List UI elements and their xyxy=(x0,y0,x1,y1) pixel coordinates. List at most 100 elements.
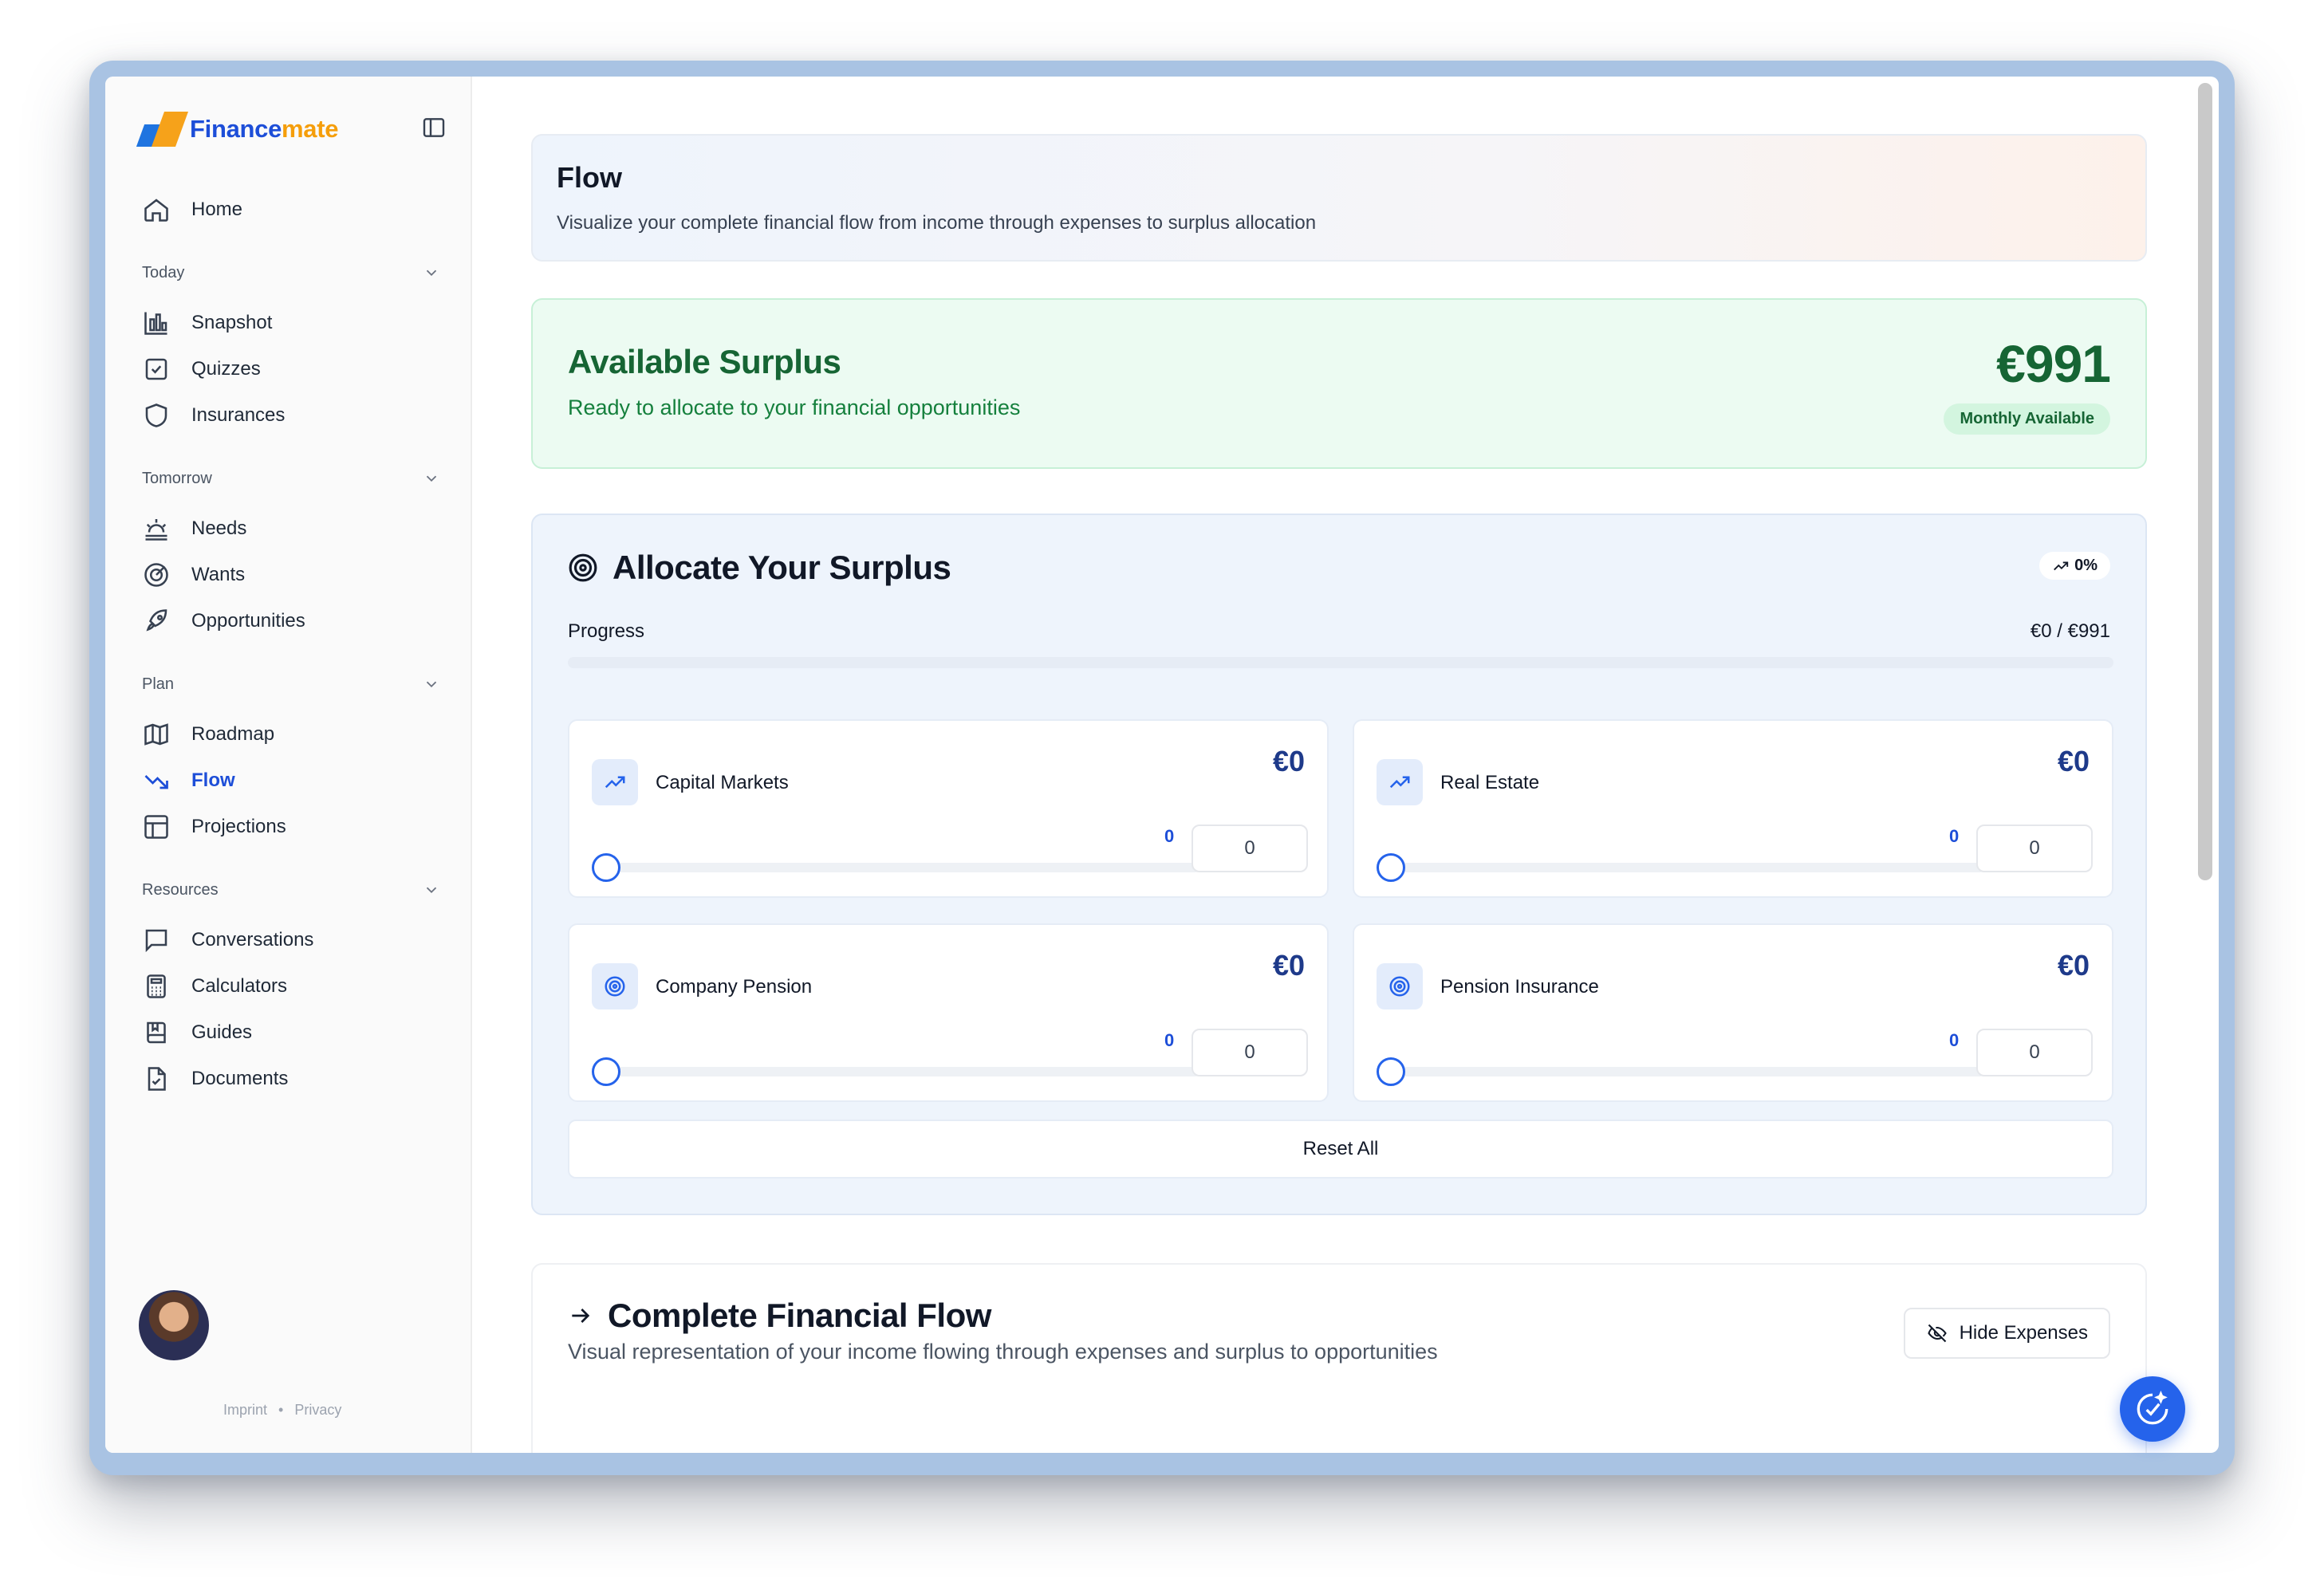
nav-group-today[interactable]: Today xyxy=(128,257,455,289)
privacy-link[interactable]: Privacy xyxy=(294,1402,341,1419)
bar-chart-icon xyxy=(144,312,167,335)
message-icon xyxy=(145,929,167,953)
opportunity-card-capital-markets: Capital Markets €0 0 0 xyxy=(568,719,1329,898)
progress-bar xyxy=(568,657,2113,668)
chevron-down-icon xyxy=(426,681,437,688)
allocation-slider[interactable] xyxy=(592,1067,1199,1076)
slider-value: 0 xyxy=(1164,826,1175,846)
footer-separator: • xyxy=(278,1402,284,1418)
table-icon xyxy=(144,815,168,839)
slider-thumb[interactable] xyxy=(592,853,620,882)
reset-all-button[interactable]: Reset All xyxy=(568,1120,2113,1179)
chevron-down-icon xyxy=(426,475,437,482)
opportunity-name: Company Pension xyxy=(656,976,813,998)
book-icon xyxy=(147,1021,166,1044)
sidebar-item-snapshot[interactable]: Snapshot xyxy=(128,300,455,346)
arrow-right-icon xyxy=(572,1309,590,1323)
opportunity-amount: €0 xyxy=(2057,949,2090,982)
progress-label: Progress xyxy=(568,620,645,642)
sidebar-item-guides[interactable]: Guides xyxy=(128,1009,455,1056)
eye-off-icon xyxy=(1927,1324,1947,1343)
slider-thumb[interactable] xyxy=(1377,853,1405,882)
chevron-down-icon xyxy=(426,270,437,277)
flow-title: Complete Financial Flow xyxy=(568,1297,991,1335)
available-surplus-card: Available Surplus Ready to allocate to y… xyxy=(531,298,2147,469)
amount-input[interactable]: 0 xyxy=(1192,825,1308,872)
document-check-icon xyxy=(148,1067,166,1091)
trending-up-icon xyxy=(592,759,638,805)
sidebar-item-flow[interactable]: Flow xyxy=(128,758,455,804)
amount-input[interactable]: 0 xyxy=(1192,1029,1308,1076)
nav-group-resources[interactable]: Resources xyxy=(128,874,455,906)
logo-text: Financemate xyxy=(190,115,339,143)
amount-input[interactable]: 0 xyxy=(1976,825,2093,872)
allocation-slider[interactable] xyxy=(1377,1067,1984,1076)
allocation-slider[interactable] xyxy=(1377,863,1984,872)
slider-thumb[interactable] xyxy=(592,1057,620,1086)
sidebar-item-conversations[interactable]: Conversations xyxy=(128,917,455,963)
sunrise-icon xyxy=(145,519,167,541)
sidebar-item-home[interactable]: Home xyxy=(128,187,455,233)
map-icon xyxy=(144,723,168,746)
avatar[interactable] xyxy=(139,1290,209,1360)
sidebar-item-quizzes[interactable]: Quizzes xyxy=(128,346,455,392)
sparkle-check-icon xyxy=(2137,1391,2168,1425)
surplus-amount: €991 xyxy=(1996,334,2111,393)
target-arrow-icon xyxy=(144,563,168,587)
footer-links: Imprint • Privacy xyxy=(223,1402,341,1419)
assistant-fab-button[interactable] xyxy=(2120,1376,2185,1442)
monthly-available-badge: Monthly Available xyxy=(1944,403,2110,435)
sidebar: Financemate Home Today Snapshot Quizzes xyxy=(105,77,472,1453)
complete-financial-flow-card: Complete Financial Flow Visual represent… xyxy=(531,1263,2147,1453)
surplus-title: Available Surplus xyxy=(568,343,841,380)
target-icon xyxy=(592,963,638,1009)
opportunity-amount: €0 xyxy=(1272,745,1305,777)
sidebar-item-label: Home xyxy=(191,199,243,220)
shield-icon xyxy=(145,403,167,427)
opportunity-card-pension-insurance: Pension Insurance €0 0 0 xyxy=(1353,923,2113,1102)
sidebar-item-documents[interactable]: Documents xyxy=(128,1056,455,1102)
app-window: Financemate Home Today Snapshot Quizzes xyxy=(105,77,2219,1453)
sidebar-item-needs[interactable]: Needs xyxy=(128,506,455,552)
allocation-slider[interactable] xyxy=(592,863,1199,872)
imprint-link[interactable]: Imprint xyxy=(223,1402,267,1419)
progress-value: €0 / €991 xyxy=(2030,620,2110,642)
logo[interactable]: Financemate xyxy=(136,112,339,147)
hide-expenses-button[interactable]: Hide Expenses xyxy=(1903,1308,2110,1359)
trend-badge: 0% xyxy=(2039,552,2110,580)
opportunity-name: Pension Insurance xyxy=(1440,976,1599,998)
scrollbar[interactable] xyxy=(2198,83,2212,880)
sidebar-item-wants[interactable]: Wants xyxy=(128,552,455,598)
slider-value: 0 xyxy=(1949,1030,1960,1050)
sidebar-item-opportunities[interactable]: Opportunities xyxy=(128,598,455,644)
amount-input[interactable]: 0 xyxy=(1976,1029,2093,1076)
page-header-card: Flow Visualize your complete financial f… xyxy=(531,134,2147,262)
sidebar-item-calculators[interactable]: Calculators xyxy=(128,963,455,1009)
sidebar-item-projections[interactable]: Projections xyxy=(128,804,455,850)
opportunity-name: Real Estate xyxy=(1440,772,1540,793)
nav-group-tomorrow[interactable]: Tomorrow xyxy=(128,462,455,494)
sidebar-toggle-icon[interactable] xyxy=(421,115,447,140)
page-title: Flow xyxy=(557,161,622,194)
home-icon xyxy=(144,199,168,222)
rocket-icon xyxy=(146,609,167,632)
trending-up-icon xyxy=(144,775,168,789)
page-subtitle: Visualize your complete financial flow f… xyxy=(557,212,1317,234)
logo-mark-icon xyxy=(136,112,189,147)
nav-group-plan[interactable]: Plan xyxy=(128,668,455,700)
surplus-subtitle: Ready to allocate to your financial oppo… xyxy=(568,396,1021,419)
opportunity-card-company-pension: Company Pension €0 0 0 xyxy=(568,923,1329,1102)
allocate-surplus-card: Allocate Your Surplus 0% Progress €0 / €… xyxy=(531,514,2147,1215)
allocate-title: Allocate Your Surplus xyxy=(568,549,951,587)
sidebar-item-insurances[interactable]: Insurances xyxy=(128,392,455,439)
sidebar-nav: Home Today Snapshot Quizzes Insurances T… xyxy=(128,187,455,1102)
chevron-down-icon xyxy=(426,887,437,894)
flow-subtitle: Visual representation of your income flo… xyxy=(568,1340,1438,1364)
sidebar-item-roadmap[interactable]: Roadmap xyxy=(128,711,455,758)
slider-value: 0 xyxy=(1164,1030,1175,1050)
opportunity-card-real-estate: Real Estate €0 0 0 xyxy=(1353,719,2113,898)
checkbox-icon xyxy=(145,358,167,380)
opportunity-amount: €0 xyxy=(1272,949,1305,982)
slider-thumb[interactable] xyxy=(1377,1057,1405,1086)
opportunity-name: Capital Markets xyxy=(656,772,789,793)
